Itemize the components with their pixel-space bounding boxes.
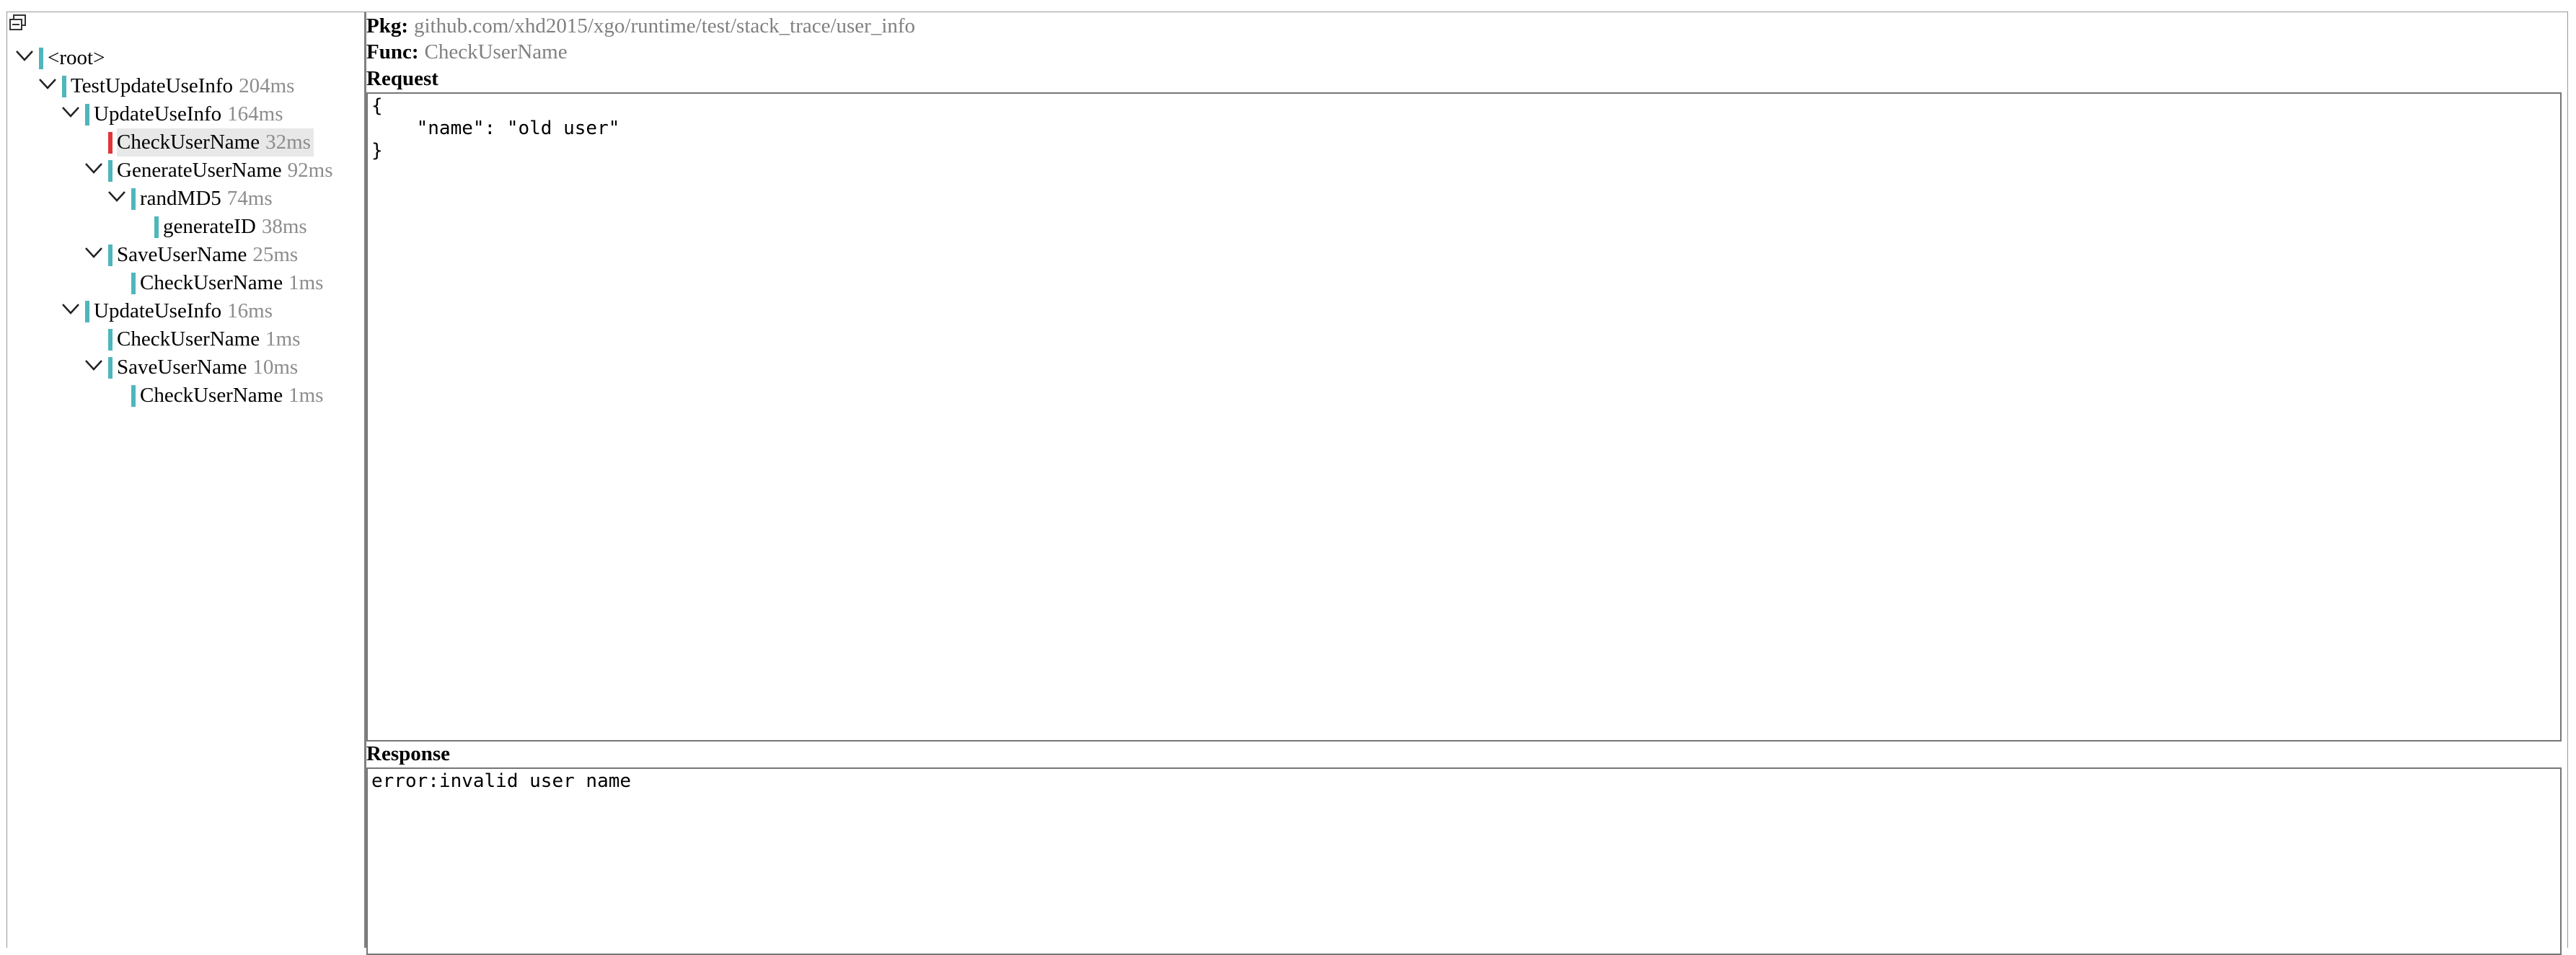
chevron-down-icon[interactable] xyxy=(84,242,104,263)
tree-node-label[interactable]: UpdateUseInfo 164ms xyxy=(94,100,286,128)
collapse-all-icon[interactable] xyxy=(9,14,27,32)
ok-status-bar xyxy=(39,48,43,69)
ok-status-bar xyxy=(108,245,113,266)
ok-status-bar xyxy=(108,329,113,351)
tree-node-label[interactable]: CheckUserName 32ms xyxy=(117,128,314,157)
node-duration: 164ms xyxy=(227,102,283,126)
node-duration: 74ms xyxy=(226,187,273,210)
node-name: UpdateUseInfo xyxy=(94,299,222,322)
chevron-down-icon[interactable] xyxy=(107,186,127,206)
tree-node-label[interactable]: SaveUserName 10ms xyxy=(117,353,301,382)
tree-node-label[interactable]: CheckUserName 1ms xyxy=(117,325,303,353)
ok-status-bar xyxy=(85,301,89,322)
ok-status-bar xyxy=(154,216,159,238)
node-name: CheckUserName xyxy=(117,327,260,351)
tree-node-label[interactable]: SaveUserName 25ms xyxy=(117,241,301,269)
node-duration: 38ms xyxy=(261,215,307,238)
error-status-bar xyxy=(108,132,113,154)
response-body[interactable]: error:invalid user name xyxy=(366,767,2562,955)
tree-node-label[interactable]: GenerateUserName 92ms xyxy=(117,157,336,185)
node-name: UpdateUseInfo xyxy=(94,102,222,126)
chevron-down-icon[interactable] xyxy=(84,355,104,375)
tree-node-label[interactable]: TestUpdateUseInfo 204ms xyxy=(71,72,297,100)
node-name: CheckUserName xyxy=(117,131,260,154)
chevron-down-icon[interactable] xyxy=(38,74,58,94)
ok-status-bar xyxy=(131,188,136,210)
node-duration: 16ms xyxy=(227,299,273,322)
ok-status-bar xyxy=(108,160,113,182)
tree-node-label[interactable]: CheckUserName 1ms xyxy=(140,269,326,297)
request-title: Request xyxy=(366,67,438,90)
pkg-line: Pkg: github.com/xhd2015/xgo/runtime/test/… xyxy=(366,12,915,40)
ok-status-bar xyxy=(108,357,113,379)
node-name: TestUpdateUseInfo xyxy=(71,74,234,97)
node-duration: 1ms xyxy=(288,271,324,294)
tree-node-label[interactable]: generateID 38ms xyxy=(163,213,310,241)
ok-status-bar xyxy=(131,385,136,407)
trace-viewer: <root> TestUpdateUseInfo 204ms UpdateUseInf… xyxy=(6,12,2568,955)
chevron-down-icon[interactable] xyxy=(61,102,81,122)
node-name: SaveUserName xyxy=(117,356,247,379)
call-tree-panel: <root> TestUpdateUseInfo 204ms UpdateUseInf… xyxy=(7,12,366,948)
node-duration: 1ms xyxy=(265,327,301,351)
tree-node-label[interactable]: CheckUserName 1ms xyxy=(140,382,326,410)
node-name: randMD5 xyxy=(140,187,221,210)
func-line: Func: CheckUserName xyxy=(366,38,568,66)
response-title: Response xyxy=(366,742,451,765)
chevron-down-icon[interactable] xyxy=(61,299,81,319)
ok-status-bar xyxy=(62,76,66,97)
tree-node-label[interactable]: randMD5 74ms xyxy=(140,185,275,213)
node-name: SaveUserName xyxy=(117,243,247,266)
node-name: CheckUserName xyxy=(140,271,283,294)
pkg-label: Pkg: xyxy=(366,14,408,38)
node-name: GenerateUserName xyxy=(117,159,282,182)
node-name: <root> xyxy=(48,46,105,69)
node-duration: 1ms xyxy=(288,384,324,407)
request-body[interactable]: { "name": "old user" } xyxy=(366,92,2562,741)
node-duration: 25ms xyxy=(252,243,299,266)
ok-status-bar xyxy=(131,273,136,294)
node-duration: 32ms xyxy=(265,131,311,154)
node-name: CheckUserName xyxy=(140,384,283,407)
node-duration: 204ms xyxy=(239,74,295,97)
pkg-value: github.com/xhd2015/xgo/runtime/test/stac… xyxy=(414,14,916,38)
func-label: Func: xyxy=(366,40,419,63)
node-duration: 92ms xyxy=(287,159,333,182)
chevron-down-icon[interactable] xyxy=(14,45,35,66)
ok-status-bar xyxy=(85,104,89,126)
tree-node-label[interactable]: <root> xyxy=(48,44,107,72)
tree-node-label[interactable]: UpdateUseInfo 16ms xyxy=(94,297,275,325)
detail-panel: Pkg: github.com/xhd2015/xgo/runtime/test/… xyxy=(366,12,2567,955)
chevron-down-icon[interactable] xyxy=(84,158,104,178)
func-value: CheckUserName xyxy=(424,40,568,63)
node-name: generateID xyxy=(163,215,256,238)
node-duration: 10ms xyxy=(252,356,299,379)
